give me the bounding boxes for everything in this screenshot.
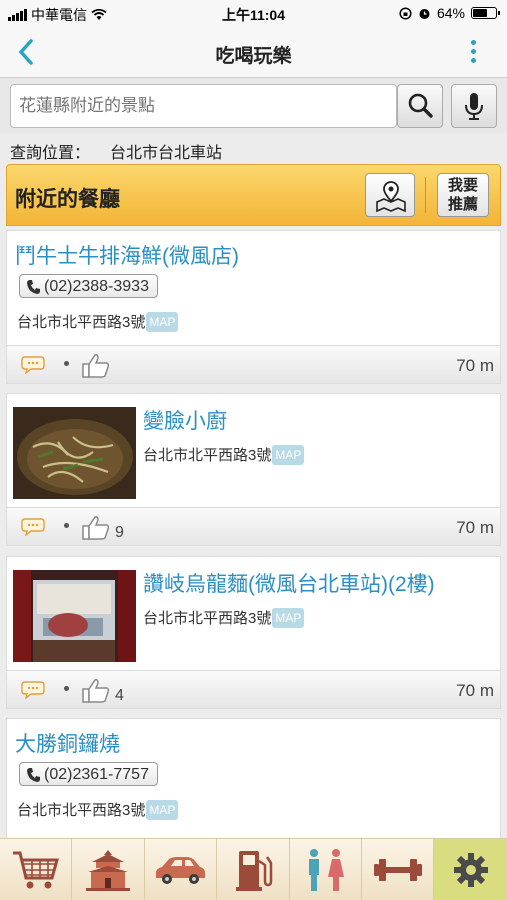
phone-number: (02)2361-7757 (44, 766, 149, 783)
distance: 70 m (456, 356, 494, 375)
map-view-button[interactable] (365, 173, 415, 217)
map-pin-icon (376, 181, 406, 213)
tab-fitness[interactable] (361, 839, 435, 900)
phone-icon (27, 280, 40, 294)
like-count: 4 (115, 687, 124, 704)
distance: 70 m (456, 518, 494, 537)
battery-percent: 64% (436, 5, 465, 21)
comment-icon[interactable] (21, 356, 45, 374)
separator-dot (64, 361, 69, 366)
nav-bar: 吃喝玩樂 (0, 28, 507, 78)
address-text: 台北市北平西路3號 (17, 802, 146, 819)
search-icon (408, 93, 433, 118)
address-text: 台北市北平西路3號 (143, 610, 272, 627)
tab-attractions[interactable] (72, 839, 145, 900)
tab-restroom[interactable] (289, 839, 362, 900)
phone-button[interactable]: (02)2388-3933 (19, 274, 158, 298)
restaurant-photo[interactable] (13, 407, 136, 499)
address: 台北市北平西路3號 MAP (17, 799, 179, 820)
address-text: 台北市北平西路3號 (17, 314, 146, 331)
query-location: 查詢位置： 台北市台北車站 (10, 139, 222, 163)
phone-number: (02)2388-3933 (44, 278, 149, 295)
restaurant-photo[interactable] (13, 570, 136, 662)
thumbs-up-icon[interactable] (81, 352, 111, 378)
restaurant-name[interactable]: 大勝銅鑼燒 (15, 728, 120, 758)
tab-gas-station[interactable] (217, 839, 290, 900)
list-item[interactable]: 鬥牛士牛排海鮮(微風店) (02)2388-3933 台北市北平西路3號 MAP (6, 230, 501, 346)
search-bar (0, 78, 507, 134)
dumbbell-icon (373, 859, 422, 881)
separator-dot (64, 523, 69, 528)
address: 台北市北平西路3號 MAP (143, 444, 305, 465)
bottom-tab-bar (0, 838, 507, 900)
restaurant-name[interactable]: 讚岐烏龍麵(微風台北車站)(2樓) (143, 568, 435, 598)
search-button[interactable] (397, 84, 443, 128)
alarm-icon (419, 8, 430, 19)
address: 台北市北平西路3號 MAP (17, 311, 179, 332)
recommend-label-1: 我要 (447, 177, 478, 194)
rotation-lock-icon (399, 6, 412, 20)
list-item[interactable]: 大勝銅鑼燒 (02)2361-7757 台北市北平西路3號 MAP (6, 718, 501, 840)
more-menu-icon[interactable] (471, 40, 477, 67)
status-bar: 中華電信 上午11:04 64% (0, 0, 507, 28)
section-header: 附近的餐廳 我要 推薦 (6, 164, 501, 226)
address-text: 台北市北平西路3號 (143, 447, 272, 464)
voice-search-button[interactable] (451, 84, 497, 128)
battery-icon (471, 7, 500, 19)
gear-icon (453, 853, 488, 887)
header-divider (425, 177, 426, 213)
page-title: 吃喝玩樂 (215, 46, 292, 67)
phone-icon (27, 768, 40, 782)
recommend-label-2: 推薦 (447, 196, 478, 213)
phone-button[interactable]: (02)2361-7757 (19, 762, 158, 786)
recommend-button[interactable]: 我要 推薦 (437, 173, 489, 217)
restaurant-name[interactable]: 變臉小廚 (143, 405, 227, 435)
map-link[interactable]: MAP (272, 607, 305, 628)
like-count: 9 (115, 524, 124, 541)
map-link[interactable]: MAP (272, 444, 305, 465)
section-title: 附近的餐廳 (15, 188, 120, 211)
location-label: 查詢位置： (10, 145, 91, 162)
list-item[interactable]: 讚岐烏龍麵(微風台北車站)(2樓) 台北市北平西路3號 MAP (6, 556, 501, 671)
tab-settings[interactable] (434, 839, 507, 900)
microphone-icon (465, 93, 483, 120)
shopping-cart-icon (12, 851, 59, 889)
list-item[interactable]: 變臉小廚 台北市北平西路3號 MAP (6, 393, 501, 508)
search-input[interactable] (10, 84, 397, 128)
tab-transport[interactable] (144, 839, 218, 900)
restroom-icon (309, 849, 345, 891)
distance: 70 m (456, 681, 494, 700)
address: 台北市北平西路3號 MAP (143, 607, 305, 628)
thumbs-up-icon[interactable] (81, 514, 111, 540)
thumbs-up-icon[interactable] (81, 677, 111, 703)
comment-icon[interactable] (21, 681, 45, 699)
gas-pump-icon (235, 851, 273, 891)
card-footer: 4 70 m (6, 671, 501, 709)
map-link[interactable]: MAP (146, 799, 179, 820)
car-icon (156, 857, 206, 884)
card-footer: 9 70 m (6, 508, 501, 546)
comment-icon[interactable] (21, 518, 45, 536)
temple-icon (86, 850, 131, 891)
tab-shopping[interactable] (0, 839, 73, 900)
separator-dot (64, 686, 69, 691)
map-link[interactable]: MAP (146, 311, 179, 332)
restaurant-name[interactable]: 鬥牛士牛排海鮮(微風店) (15, 240, 239, 270)
card-footer: 70 m (6, 346, 501, 384)
location-value: 台北市台北車站 (110, 145, 223, 162)
